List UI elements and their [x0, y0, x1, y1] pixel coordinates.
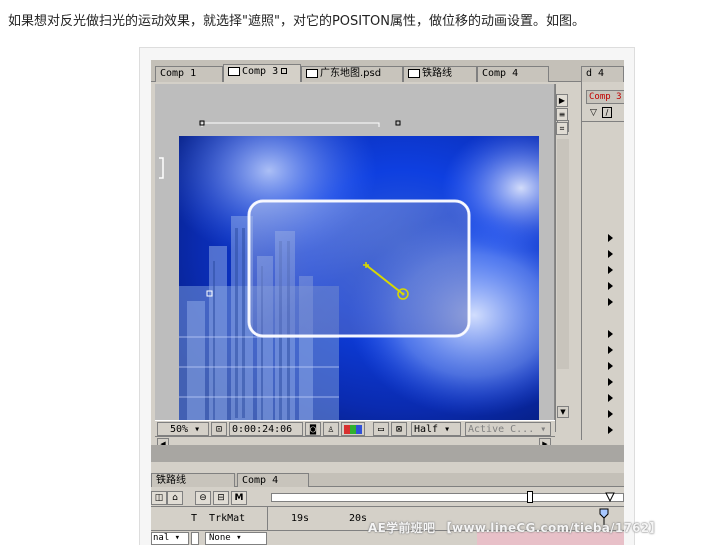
switches-header: ▽ ∕ [582, 106, 624, 122]
tab-label: 铁路线 [156, 475, 186, 486]
screenshot-figure: Comp 1 Comp 3 广东地图.psd 铁路线 Comp 4 d 4 ▼ … [139, 47, 635, 545]
timeline-tab-bar: 铁路线 Comp 4 [151, 473, 624, 487]
after-effects-window: Comp 1 Comp 3 广东地图.psd 铁路线 Comp 4 d 4 ▼ … [151, 60, 624, 545]
expand-layer-icon[interactable] [608, 234, 613, 242]
work-area-end-icon[interactable] [605, 489, 615, 503]
layer-bound-top [201, 122, 380, 127]
panel-divider [151, 445, 624, 462]
footage-icon [306, 68, 318, 78]
tab-label: Comp 4 [242, 475, 279, 486]
current-time-display[interactable]: 0:00:24:06 [229, 422, 303, 436]
camera-icon[interactable]: ◫ [151, 491, 167, 505]
expand-layer-icon[interactable] [608, 346, 613, 354]
title-safe-icon[interactable]: ⊡ [211, 422, 227, 436]
tab-comp-4-fragment[interactable]: d 4 [581, 66, 624, 82]
tab-railway-timeline[interactable]: 铁路线 [151, 473, 235, 487]
markers-button[interactable]: M [231, 491, 247, 505]
viewer-side-buttons: ▶ ≡ ⌗ [555, 82, 569, 135]
camera-value: Active C... [468, 424, 535, 435]
scroll-down-arrow-icon[interactable]: ▼ [557, 406, 569, 418]
layer-handle-tr[interactable] [395, 120, 401, 126]
ruler-label: 20s [349, 513, 368, 524]
transparency-grid-icon[interactable]: ⊠ [391, 422, 407, 436]
collapse-triangle-icon[interactable]: ▽ [590, 108, 597, 118]
timeline-panel-fragment: Comp 3 ▽ ∕ [581, 82, 624, 440]
tab-comp-3[interactable]: Comp 3 [223, 64, 301, 82]
tab-comp-1[interactable]: Comp 1 [155, 66, 223, 82]
composition-viewer[interactable] [155, 84, 555, 425]
trkmat-dropdown[interactable]: None ▾ [205, 532, 267, 545]
article-caption: 如果想对反光做扫光的运动效果，就选择"遮照"，对它的POSITON属性，做位移的… [8, 14, 586, 29]
play-arrow-icon[interactable]: ▶ [556, 94, 568, 107]
tab-label: Comp 3 [242, 66, 279, 77]
snapshot-icon[interactable]: ◙ [305, 422, 321, 436]
city-background-image [179, 136, 539, 425]
layer-bound-left [159, 157, 164, 179]
expand-layer-icon[interactable] [608, 394, 613, 402]
expand-layer-icon[interactable] [608, 362, 613, 370]
flowchart-icon[interactable]: ⌗ [556, 122, 568, 135]
preserve-transparency-toggle[interactable] [191, 532, 199, 545]
tab-label: d 4 [586, 68, 605, 79]
show-snapshot-icon[interactable]: ♙ [323, 422, 339, 436]
tab-guangdong-map[interactable]: 广东地图.psd [301, 66, 403, 82]
composition-frame[interactable] [179, 136, 539, 425]
scroll-thumb[interactable] [557, 139, 569, 369]
viewer-vertical-scrollbar[interactable]: ▲ ▼ [555, 84, 569, 432]
footage-icon [408, 68, 420, 78]
expand-layer-icon[interactable] [608, 250, 613, 258]
work-area-start[interactable] [527, 491, 533, 503]
tab-label: 铁路线 [422, 68, 452, 79]
timeline-toolbar: ◫ ⌂ ⊖ ⊟ M [151, 489, 624, 507]
composition-icon [228, 66, 240, 76]
resolution-value: Half [414, 424, 439, 435]
zoom-dropdown[interactable]: 50% ▾ [157, 422, 209, 436]
expand-layer-icon[interactable] [608, 426, 613, 434]
watermark-text: AE学前班吧 【www.lineCG.com/tieba/1762】 [368, 521, 662, 535]
resolution-dropdown[interactable]: Half ▾ [411, 422, 461, 436]
region-of-interest-icon[interactable]: ▭ [373, 422, 389, 436]
comp-tab-bar: Comp 1 Comp 3 广东地图.psd 铁路线 Comp 4 d 4 [151, 60, 624, 82]
expand-layer-icon[interactable] [608, 378, 613, 386]
zoom-value: 50% [170, 424, 189, 435]
active-camera-dropdown[interactable]: Active C... ▾ [465, 422, 551, 436]
expand-layer-icon[interactable] [608, 282, 613, 290]
motion-blur-icon[interactable]: ⊟ [213, 491, 229, 505]
tab-railway[interactable]: 铁路线 [403, 66, 477, 82]
tab-comp-4-timeline[interactable]: Comp 4 [237, 473, 309, 487]
blend-mode-dropdown[interactable]: nal ▾ [151, 532, 189, 545]
tab-label: 广东地图.psd [320, 68, 382, 79]
tab-comp-4[interactable]: Comp 4 [477, 66, 549, 82]
expand-layer-icon[interactable] [608, 298, 613, 306]
shy-icon[interactable]: ⌂ [167, 491, 183, 505]
work-area-bar[interactable] [271, 493, 624, 502]
channel-icon[interactable] [341, 422, 365, 436]
column-header-trkmat: T TrkMat [191, 513, 246, 524]
ruler-label: 19s [291, 513, 310, 524]
tab-label: Comp 4 [482, 68, 519, 79]
expand-layer-icon[interactable] [608, 410, 613, 418]
comp-3-tab[interactable]: Comp 3 [586, 90, 624, 104]
expand-layer-icon[interactable] [608, 330, 613, 338]
list-icon[interactable]: ≡ [556, 108, 568, 121]
frame-blend-icon[interactable]: ⊖ [195, 491, 211, 505]
pen-icon[interactable]: ∕ [602, 107, 612, 118]
tab-label: Comp 1 [160, 68, 197, 79]
viewer-control-bar: 50% ▾ ⊡ 0:00:24:06 ◙ ♙ ▭ ⊠ Half ▾ Active… [155, 420, 555, 436]
expand-layer-icon[interactable] [608, 266, 613, 274]
lock-icon [281, 68, 288, 74]
